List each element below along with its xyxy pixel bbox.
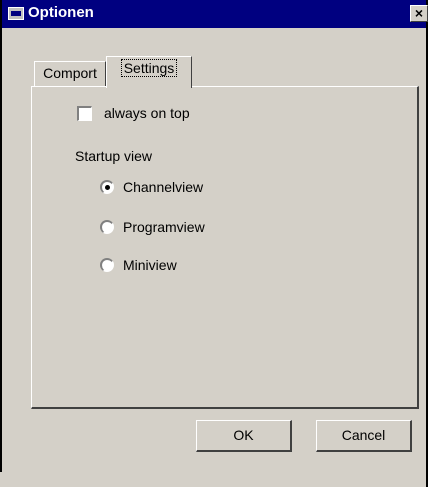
window-title: Optionen — [28, 4, 94, 21]
tab-comport-label: Comport — [43, 65, 97, 81]
channelview-label[interactable]: Channelview — [123, 179, 203, 195]
title-bar[interactable]: Optionen × — [2, 0, 428, 28]
window-bottom-edge — [0, 472, 424, 487]
channelview-radio[interactable] — [100, 180, 114, 194]
programview-label[interactable]: Programview — [123, 219, 205, 235]
miniview-label[interactable]: Miniview — [123, 257, 177, 273]
settings-panel — [31, 86, 419, 409]
tab-comport[interactable]: Comport — [34, 61, 106, 86]
cancel-button[interactable]: Cancel — [316, 420, 412, 452]
ok-button[interactable]: OK — [196, 420, 292, 452]
always-on-top-checkbox[interactable] — [77, 106, 92, 121]
tab-settings[interactable]: Settings — [106, 56, 192, 88]
always-on-top-label[interactable]: always on top — [104, 105, 190, 121]
tab-settings-label: Settings — [120, 59, 178, 77]
close-button[interactable]: × — [410, 5, 428, 22]
programview-radio[interactable] — [100, 220, 114, 234]
startup-view-label: Startup view — [75, 148, 153, 164]
miniview-radio[interactable] — [100, 258, 114, 272]
app-window-icon — [8, 7, 24, 20]
